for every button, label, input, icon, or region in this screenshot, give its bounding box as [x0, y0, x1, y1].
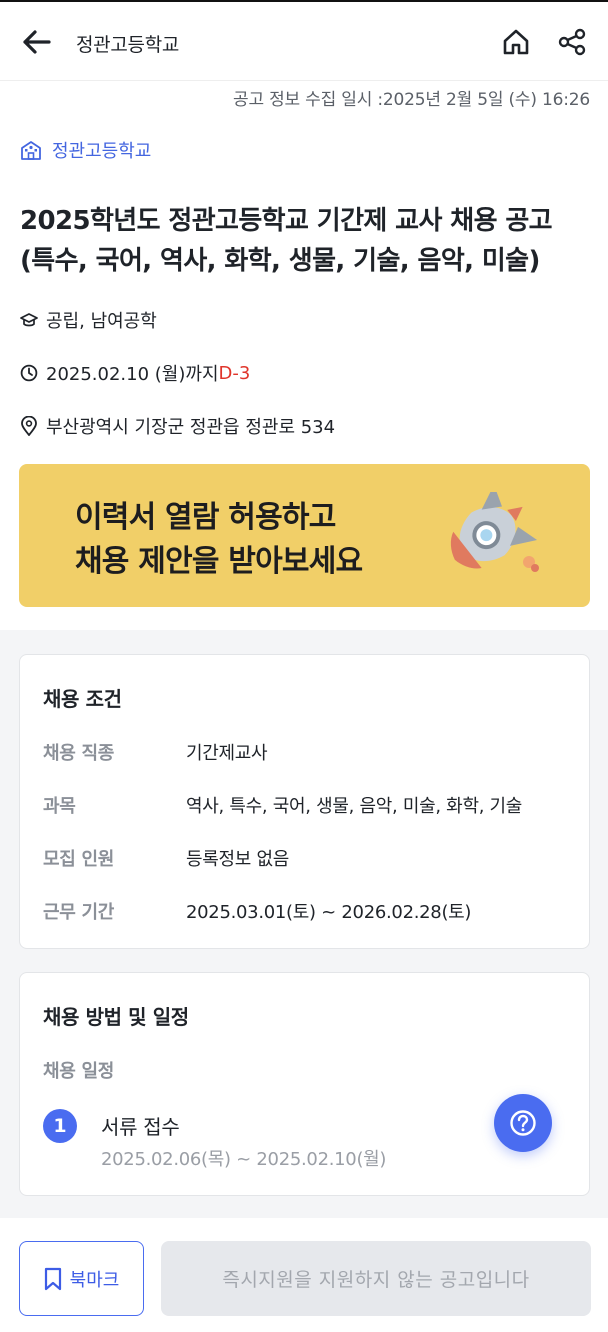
question-circle-icon — [510, 1110, 536, 1136]
condition-value: 2025.03.01(토) ~ 2026.02.28(토) — [186, 902, 472, 923]
condition-label: 근무 기간 — [43, 902, 115, 923]
posting-title-line1: 2025학년도 정관고등학교 기간제 교사 채용 공고 — [20, 206, 553, 236]
help-button[interactable] — [494, 1094, 552, 1152]
collected-timestamp: 공고 정보 수집 일시 :2025년 2월 5일 (수) 16:26 — [233, 90, 590, 110]
condition-label: 채용 직종 — [43, 743, 115, 764]
posting-title: 2025학년도 정관고등학교 기간제 교사 채용 공고 (특수, 국어, 역사,… — [20, 201, 588, 281]
school-type: 공립, 남여공학 — [46, 311, 157, 332]
conditions-title: 채용 조건 — [43, 687, 122, 711]
posting-summary: 공고 정보 수집 일시 :2025년 2월 5일 (수) 16:26 정관고등학… — [0, 80, 608, 630]
deadline-date: 2025.02.10 (월)까지 — [46, 364, 219, 385]
share-button[interactable] — [552, 22, 592, 62]
graduation-cap-icon — [20, 313, 38, 327]
bookmark-label: 북마크 — [69, 1269, 120, 1291]
home-button[interactable] — [496, 22, 536, 62]
bookmark-icon — [44, 1267, 61, 1290]
condition-label: 과목 — [43, 796, 76, 817]
header-title: 정관고등학교 — [76, 34, 180, 56]
school-type-row: 공립, 남여공학 — [20, 307, 157, 333]
resume-offer-banner[interactable]: 이력서 열람 허용하고 채용 제안을 받아보세요 — [19, 464, 590, 607]
school-building-icon — [21, 141, 41, 160]
dday-badge: D-3 — [218, 362, 251, 384]
step-number-badge: 1 — [43, 1109, 77, 1143]
bottom-action-bar: 북마크 즉시지원을 지원하지 않는 공고입니다 — [0, 1218, 608, 1332]
condition-value: 등록정보 없음 — [186, 849, 289, 870]
conditions-card: 채용 조건 채용 직종 기간제교사 과목 역사, 특수, 국어, 생물, 음악,… — [19, 654, 590, 949]
back-button[interactable] — [18, 24, 54, 60]
schedule-title: 채용 방법 및 일정 — [43, 1005, 189, 1029]
address-row: 부산광역시 기장군 정관읍 정관로 534 — [20, 413, 335, 439]
banner-line1: 이력서 열람 허용하고 — [75, 500, 336, 535]
schedule-card: 채용 방법 및 일정 채용 일정 1 서류 접수 2025.02.06(목) ~… — [19, 972, 590, 1196]
bookmark-button[interactable]: 북마크 — [19, 1241, 144, 1316]
banner-line2: 채용 제안을 받아보세요 — [75, 544, 363, 579]
school-link[interactable]: 정관고등학교 — [20, 137, 151, 163]
deadline-row: 2025.02.10 (월)까지 D-3 — [20, 360, 250, 386]
address: 부산광역시 기장군 정관읍 정관로 534 — [46, 417, 336, 438]
condition-label: 모집 인원 — [43, 849, 115, 870]
share-icon — [558, 28, 586, 56]
clock-icon — [20, 364, 38, 382]
school-name: 정관고등학교 — [52, 141, 152, 162]
rocket-icon — [450, 492, 539, 572]
app-header: 정관고등학교 — [0, 0, 608, 80]
schedule-subtitle: 채용 일정 — [43, 1061, 115, 1082]
location-pin-icon — [21, 416, 37, 436]
condition-value: 역사, 특수, 국어, 생물, 음악, 미술, 화학, 기술 — [186, 796, 523, 817]
step-period: 2025.02.06(목) ~ 2025.02.10(월) — [101, 1149, 387, 1170]
posting-title-line2: (특수, 국어, 역사, 화학, 생물, 기술, 음악, 미술) — [20, 246, 540, 276]
condition-value: 기간제교사 — [186, 743, 268, 764]
arrow-left-icon — [23, 30, 51, 54]
apply-button-disabled: 즉시지원을 지원하지 않는 공고입니다 — [161, 1241, 591, 1316]
step-name: 서류 접수 — [101, 1115, 180, 1139]
home-icon — [503, 29, 529, 55]
